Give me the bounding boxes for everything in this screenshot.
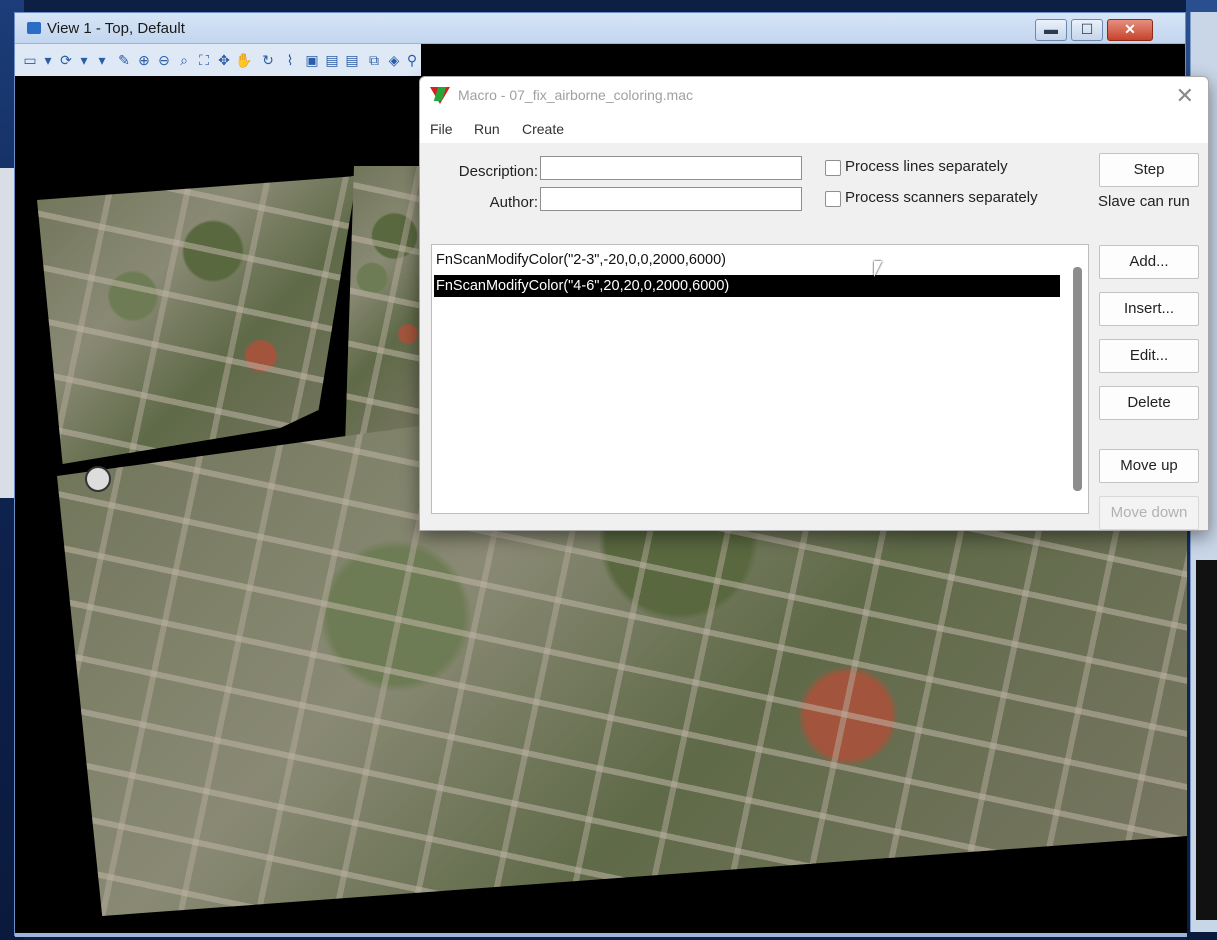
background-window-view — [1196, 560, 1217, 920]
list-item-selected[interactable]: FnScanModifyColor("4-6",20,20,0,2000,600… — [434, 275, 1060, 297]
minimize-button[interactable]: ▬ — [1035, 19, 1067, 41]
view-title: View 1 - Top, Default — [47, 20, 185, 37]
process-lines-checkbox[interactable] — [825, 160, 841, 176]
process-scanners-checkbox[interactable] — [825, 191, 841, 207]
dropdown-icon[interactable]: ▾ — [75, 51, 93, 69]
rotate-icon[interactable]: ⟳ — [57, 51, 75, 69]
author-label: Author: — [489, 194, 538, 211]
view-icon[interactable]: ▭ — [21, 51, 39, 69]
slave-can-run-label: Slave can run — [1098, 193, 1190, 210]
author-input[interactable] — [540, 187, 802, 211]
menu-create[interactable]: Create — [522, 121, 564, 137]
display-icon[interactable]: ▤ — [343, 51, 361, 69]
mouse-pointer-icon — [874, 261, 882, 277]
add-button[interactable]: Add... — [1099, 245, 1199, 279]
menu-file[interactable]: File — [430, 121, 453, 137]
description-label: Description: — [458, 163, 538, 180]
edit-button[interactable]: Edit... — [1099, 339, 1199, 373]
view-center-marker — [85, 466, 111, 492]
fit-view-icon[interactable]: ⛶ — [195, 51, 213, 69]
maximize-button[interactable]: ☐ — [1071, 19, 1103, 41]
clip-icon[interactable]: ⌇ — [281, 51, 299, 69]
macro-titlebar[interactable]: Macro - 07_fix_airborne_coloring.mac ✕ — [420, 77, 1208, 113]
view-titlebar[interactable]: View 1 - Top, Default ▬ ☐ ✕ — [15, 13, 1185, 44]
brush-icon[interactable]: ✎ — [115, 51, 133, 69]
move-down-button[interactable]: Move down — [1099, 496, 1199, 530]
display-icon[interactable]: ▤ — [323, 51, 341, 69]
hand-icon[interactable]: ✋ — [235, 51, 253, 69]
insert-button[interactable]: Insert... — [1099, 292, 1199, 326]
description-input[interactable] — [540, 156, 802, 180]
macro-title: Macro - 07_fix_airborne_coloring.mac — [458, 87, 693, 103]
dropdown-icon[interactable]: ▾ — [93, 51, 111, 69]
process-scanners-label: Process scanners separately — [845, 189, 1038, 206]
box-icon[interactable]: ⧉ — [365, 51, 383, 69]
step-button[interactable]: Step — [1099, 153, 1199, 187]
macro-dialog[interactable]: Macro - 07_fix_airborne_coloring.mac ✕ F… — [419, 76, 1209, 531]
menu-run[interactable]: Run — [474, 121, 500, 137]
terrasolid-icon — [430, 87, 450, 104]
view-bottom-border — [15, 933, 1187, 937]
view-toolbar: ▭ ▾ ⟳ ▾ ▾ ✎ ⊕ ⊖ ⌕ ⛶ ✥ ✋ ↻ ⌇ ▣ ▤ ▤ ⧉ ◈ ⚲ — [15, 44, 421, 76]
dropdown-icon[interactable]: ▾ — [39, 51, 57, 69]
list-item[interactable]: FnScanModifyColor("2-3",-20,0,0,2000,600… — [434, 249, 1060, 271]
settings-icon[interactable]: ▣ — [303, 51, 321, 69]
view-app-icon — [27, 22, 41, 34]
people-icon[interactable]: ⚲ — [403, 51, 421, 69]
close-button[interactable]: ✕ — [1107, 19, 1153, 41]
close-icon[interactable]: ✕ — [1176, 83, 1194, 109]
rotate-view-icon[interactable]: ↻ — [259, 51, 277, 69]
macro-menubar: File Run Create — [420, 113, 1208, 143]
zoom-tool-icon[interactable]: ⌕ — [175, 51, 193, 69]
orthophoto-tile — [37, 176, 357, 464]
move-up-button[interactable]: Move up — [1099, 449, 1199, 483]
delete-button[interactable]: Delete — [1099, 386, 1199, 420]
zoom-in-icon[interactable]: ⊕ — [135, 51, 153, 69]
zoom-out-icon[interactable]: ⊖ — [155, 51, 173, 69]
macro-command-list[interactable]: FnScanModifyColor("2-3",-20,0,0,2000,600… — [431, 244, 1089, 514]
pan-icon[interactable]: ✥ — [215, 51, 233, 69]
process-lines-label: Process lines separately — [845, 158, 1008, 175]
list-scrollbar[interactable] — [1073, 267, 1082, 491]
shield-icon[interactable]: ◈ — [385, 51, 403, 69]
